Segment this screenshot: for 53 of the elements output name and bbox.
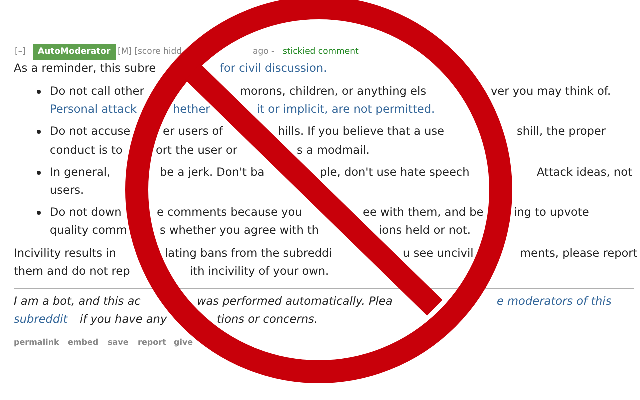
stickied-label: stickied comment [283, 46, 359, 59]
comment-meta: [M] [score hidd [118, 46, 182, 59]
comment-text: quality comm [50, 223, 128, 239]
comment-text: Do not down [50, 205, 122, 221]
bullet-icon [37, 171, 41, 175]
bullet-icon [37, 130, 41, 134]
comment-text: be a jerk. Don't ba [160, 165, 265, 181]
comment-text: Do not accuse [50, 124, 131, 140]
comment-text: conduct is to [50, 143, 123, 159]
comment-text: s whether you agree with th [160, 223, 320, 239]
comment-link[interactable]: for civil discussion. [220, 60, 328, 78]
comment-text: I am a bot, and this ac [14, 294, 141, 310]
comment-link[interactable]: e moderators of this [497, 293, 612, 311]
comment-text: ments, please report [520, 246, 638, 262]
comment-text: In general, [50, 165, 111, 181]
footer-link[interactable]: embed [68, 337, 99, 349]
comment-text: Incivility results in [14, 246, 116, 262]
comment-link[interactable]: Personal attack [50, 101, 138, 119]
comment-text: them and do not rep [14, 264, 130, 280]
comment-text: Do not call other [50, 84, 144, 100]
comment-text: was performed automatically. Plea [197, 294, 393, 310]
footer-link[interactable]: save [108, 337, 129, 349]
comment-text: morons, children, or anything els [240, 84, 426, 100]
comment-text: if you have any [80, 312, 168, 328]
comment-text: users. [50, 183, 84, 199]
comment-text: Attack ideas, not [537, 165, 632, 181]
comment-text: shill, the proper [517, 124, 606, 140]
bullet-icon [37, 90, 41, 94]
comment-text: ith incivility of your own. [190, 264, 330, 280]
collapse-toggle[interactable]: [–] [15, 44, 26, 60]
comment-time: ago - [253, 46, 275, 59]
author-badge[interactable]: AutoModerator [33, 44, 116, 60]
comment-text: ple, don't use hate speech [320, 165, 470, 181]
footer-link[interactable]: permalink [14, 337, 60, 349]
comment-text: lating bans from the subreddi [165, 246, 332, 262]
comment-text: er users of [163, 124, 224, 140]
comment-text: tions or concerns. [217, 312, 318, 328]
comment-text: hills. If you believe that a use [278, 124, 445, 140]
comment-text: e comments because you [157, 205, 302, 221]
footer-link[interactable]: report [138, 337, 166, 349]
comment-link[interactable]: subreddit [14, 311, 68, 329]
comment-link[interactable]: it or implicit, are not permitted. [257, 101, 436, 119]
footer-link[interactable]: give [174, 337, 194, 349]
comment-text: s a modmail. [297, 143, 370, 159]
comment-text: ort the user or [156, 143, 238, 159]
comment-link[interactable]: hether [173, 101, 210, 119]
comment-text: u see uncivil [403, 246, 474, 262]
comment-text: ing to upvote [514, 205, 590, 221]
comment-text: ions held or not. [379, 223, 471, 239]
comment-text: ver you may think of. [491, 84, 612, 100]
bullet-icon [37, 211, 41, 215]
comment-text: As a reminder, this subre [14, 61, 156, 77]
comment-text: ee with them, and be [363, 205, 484, 221]
